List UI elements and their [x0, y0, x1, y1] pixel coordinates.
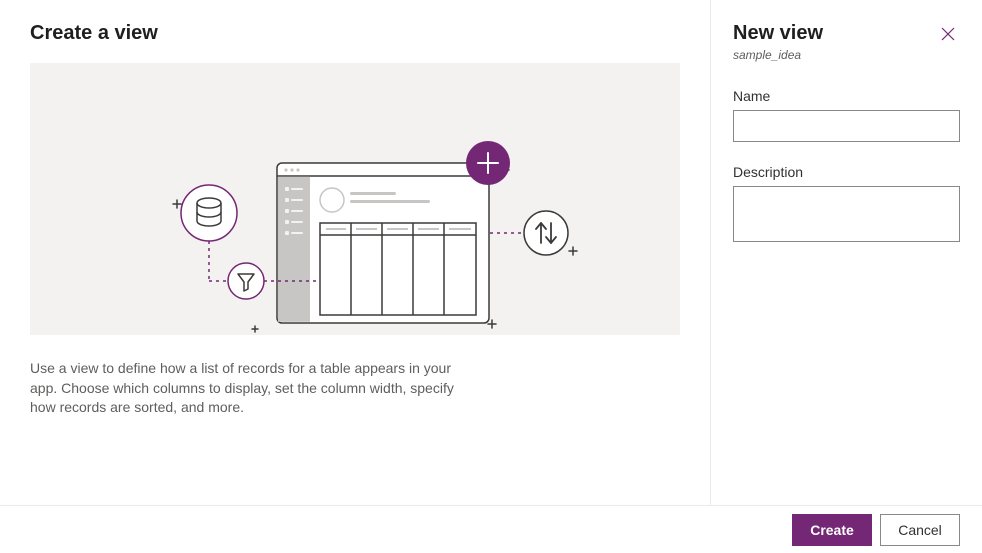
right-pane: New view sample_idea Name Description: [710, 0, 982, 553]
description-label: Description: [733, 164, 960, 180]
close-button[interactable]: [936, 22, 960, 46]
name-label: Name: [733, 88, 960, 104]
footer-bar: Create Cancel: [0, 505, 982, 553]
view-illustration-svg: [30, 63, 680, 335]
left-pane: Create a view: [0, 0, 710, 553]
close-icon: [940, 26, 956, 42]
name-input[interactable]: [733, 110, 960, 142]
illustration: [30, 63, 680, 335]
create-button[interactable]: Create: [792, 514, 872, 546]
page-description: Use a view to define how a list of recor…: [30, 359, 470, 418]
description-input[interactable]: [733, 186, 960, 242]
panel-title: New view: [733, 22, 823, 45]
entity-name: sample_idea: [733, 48, 960, 62]
page-title: Create a view: [30, 22, 690, 45]
cancel-button[interactable]: Cancel: [880, 514, 960, 546]
